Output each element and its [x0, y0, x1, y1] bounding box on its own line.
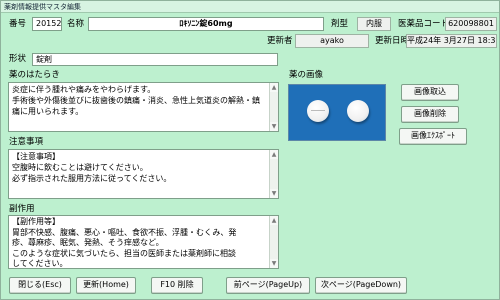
scroll-down-icon[interactable]: ▼	[270, 122, 278, 131]
close-button[interactable]: 閉じる(Esc)	[9, 277, 71, 294]
scroll-up-icon[interactable]: ▲	[270, 150, 278, 159]
tablet-image-left	[307, 100, 329, 122]
effects-label: 薬のはたらき	[9, 70, 60, 80]
delete-button[interactable]: F10 削除	[151, 277, 203, 294]
side-effects-line-4: このような症状に気づいたら、担当の医師または薬剤師に相談	[12, 248, 236, 258]
effects-scrollbar[interactable]: ▲ ▼	[269, 83, 278, 131]
previous-page-button[interactable]: 前ページ(PageUp)	[226, 277, 310, 294]
scroll-down-icon[interactable]: ▼	[270, 189, 278, 198]
effects-line-2: 手術後や外傷後並びに抜歯後の鎮痛・消炎、急性上気道炎の解熱・鎮痛に用いられます。	[12, 96, 260, 116]
drug-image	[288, 84, 386, 141]
cautions-line-2: 空腹時に飲むことは避けてください。	[12, 163, 148, 172]
cautions-scrollbar[interactable]: ▲ ▼	[269, 150, 278, 198]
side-effects-line-1: 【副作用等】	[12, 217, 60, 226]
next-page-button[interactable]: 次ページ(PageDown)	[315, 277, 407, 294]
updated-label: 更新日時	[375, 36, 410, 46]
scroll-up-icon[interactable]: ▲	[270, 216, 278, 225]
export-image-button[interactable]: 画像ｴｸｽﾎﾟｰﾄ	[399, 128, 467, 145]
shape-field[interactable]: 錠剤	[32, 53, 278, 66]
name-label: 名称	[67, 19, 85, 29]
delete-image-button[interactable]: 画像削除	[401, 106, 459, 123]
side-effects-label: 副作用	[9, 204, 35, 214]
effects-line-1: 炎症に伴う腫れや痛みをやわらげます。	[12, 85, 156, 94]
number-field[interactable]: 20152	[32, 17, 62, 31]
effects-textarea[interactable]: 炎症に伴う腫れや痛みをやわらげます。 手術後や外傷後並びに抜歯後の鎮痛・消炎、急…	[8, 82, 279, 132]
drug-code-field[interactable]: 620098801	[445, 17, 497, 31]
scroll-up-icon[interactable]: ▲	[270, 83, 278, 92]
cautions-textarea[interactable]: 【注意事項】 空腹時に飲むことは避けてください。 必ず指示された服用方法に従って…	[8, 149, 279, 199]
updated-field: 平成24年 3月27日 18:37	[406, 34, 497, 48]
capture-image-button[interactable]: 画像取込	[401, 84, 459, 101]
side-effects-line-3: 疹、蕁麻疹、眠気、発熱、そう痒感など。	[12, 238, 164, 247]
cautions-line-1: 【注意事項】	[12, 152, 60, 161]
side-effects-line-2: 胃部不快感、腹痛、悪心・嘔吐、食欲不振、浮腫・むくみ、発	[12, 227, 237, 237]
cautions-line-3: 必ず指示された服用方法に従ってください。	[12, 174, 172, 183]
dosage-form-label: 剤型	[331, 19, 349, 29]
update-button[interactable]: 更新(Home)	[76, 277, 136, 294]
side-effects-line-5: してください。	[12, 259, 68, 268]
number-label: 番号	[9, 19, 27, 29]
drug-code-label: 医薬品コード	[398, 19, 450, 29]
scroll-down-icon[interactable]: ▼	[270, 259, 278, 268]
drug-image-label: 薬の画像	[289, 70, 324, 80]
window-title: 薬剤情報提供マスタ編集	[1, 1, 499, 13]
updater-label: 更新者	[267, 36, 293, 46]
drug-info-master-window: 薬剤情報提供マスタ編集 番号 20152 名称 ﾛｷｿﾆﾝ錠60mg 剤型 内服…	[0, 0, 500, 300]
shape-label: 形状	[9, 54, 27, 64]
tablet-image-right	[347, 100, 369, 122]
cautions-label: 注意事項	[9, 137, 44, 147]
side-effects-scrollbar[interactable]: ▲ ▼	[269, 216, 278, 268]
updater-field: ayako	[295, 34, 369, 48]
side-effects-textarea[interactable]: 【副作用等】 胃部不快感、腹痛、悪心・嘔吐、食欲不振、浮腫・むくみ、発 疹、蕁麻…	[8, 215, 279, 269]
name-field[interactable]: ﾛｷｿﾆﾝ錠60mg	[88, 17, 324, 31]
dosage-form-field[interactable]: 内服	[357, 17, 391, 31]
